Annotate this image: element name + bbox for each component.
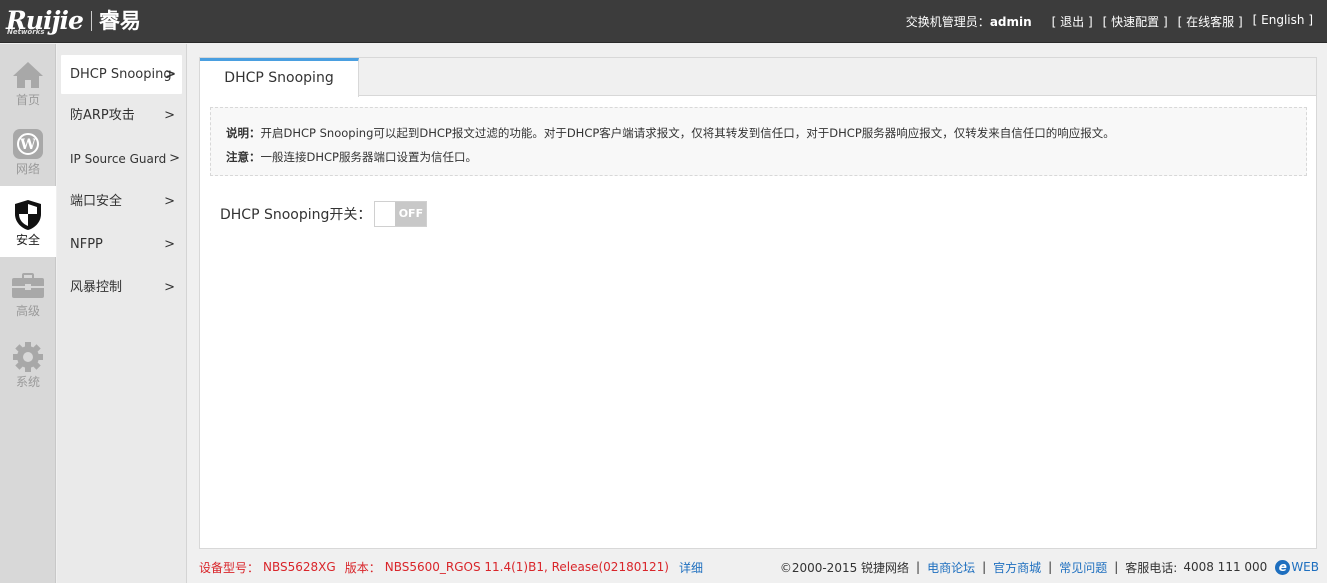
- detail-link[interactable]: 详细: [679, 559, 703, 576]
- top-nav: 交换机管理员：admin [ 退出 ] [ 快速配置 ] [ 在线客服 ] [ …: [906, 13, 1313, 30]
- nav-network-label: 网络: [15, 162, 40, 176]
- shield-icon: [11, 200, 45, 230]
- logo-cn: 睿易: [98, 9, 141, 33]
- submenu-item-label: 风暴控制: [70, 279, 123, 295]
- eweb-logo: e WEB: [1275, 559, 1319, 575]
- security-submenu: DHCP Snooping > 防ARP攻击 > IP Source Guard…: [57, 44, 187, 583]
- dhcp-snooping-toggle[interactable]: OFF: [374, 201, 428, 227]
- submenu-item-label: DHCP Snooping: [70, 66, 172, 82]
- online-support-link[interactable]: [ 在线客服 ]: [1178, 13, 1243, 30]
- nav-system[interactable]: 系统: [0, 328, 56, 399]
- english-link[interactable]: [ English ]: [1253, 13, 1313, 30]
- network-icon: W: [11, 129, 45, 159]
- footer-right: ©2000-2015 锐捷网络 | 电商论坛 | 官方商城 | 常见问题 | 客…: [780, 556, 1319, 578]
- version-label: 版本：: [344, 560, 381, 575]
- notice-note: 注意：一般连接DHCP服务器端口设置为信任口。: [226, 145, 1306, 169]
- divider: |: [1048, 560, 1053, 574]
- tab-dhcp-snooping[interactable]: DHCP Snooping: [200, 58, 359, 97]
- notice-note-text: 一般连接DHCP服务器端口设置为信任口。: [260, 150, 477, 164]
- notice-box: 说明：开启DHCP Snooping可以起到DHCP报文过滤的功能。对于DHCP…: [210, 107, 1307, 176]
- submenu-item-dhcp-snooping[interactable]: DHCP Snooping >: [61, 55, 182, 94]
- device-model-label: 设备型号：: [199, 560, 260, 575]
- submenu-item-port-security[interactable]: 端口安全 >: [57, 180, 186, 223]
- nav-home-label: 首页: [15, 93, 40, 107]
- chevron-right-icon: >: [164, 194, 175, 209]
- eweb-e-icon: e: [1275, 559, 1291, 575]
- main-nav-bar: 首页 W 网络 安全 高级 系统: [0, 44, 56, 583]
- version-value: NBS5600_RGOS 11.4(1)B1, Release(02180121…: [384, 560, 669, 574]
- chevron-right-icon: >: [164, 280, 175, 295]
- device-model: NBS5628XG: [263, 560, 336, 574]
- nav-advanced[interactable]: 高级: [0, 257, 56, 328]
- faq-link[interactable]: 常见问题: [1059, 559, 1107, 576]
- submenu-item-label: 端口安全: [70, 193, 123, 209]
- ruijie-logo: Ruijie Networks 睿易: [6, 4, 141, 38]
- submenu-item-nfpp[interactable]: NFPP >: [57, 223, 186, 266]
- nav-network[interactable]: W 网络: [0, 115, 56, 186]
- nav-system-label: 系统: [15, 375, 40, 389]
- notice-desc: 说明：开启DHCP Snooping可以起到DHCP报文过滤的功能。对于DHCP…: [226, 121, 1306, 145]
- top-header: Ruijie Networks 睿易 交换机管理员：admin [ 退出 ] […: [0, 0, 1327, 43]
- user-label: 交换机管理员：: [905, 15, 990, 29]
- submenu-item-label: 防ARP攻击: [70, 107, 135, 123]
- divider: |: [982, 560, 987, 574]
- dhcp-snooping-switch-row: DHCP Snooping开关： OFF: [220, 201, 428, 227]
- nav-security[interactable]: 安全: [0, 186, 56, 257]
- submenu-item-label: IP Source Guard: [70, 151, 167, 166]
- home-icon: [11, 60, 45, 90]
- tab-bar: DHCP Snooping: [200, 58, 1316, 97]
- hotline-number: 4008 111 000: [1183, 560, 1268, 574]
- submenu-item-anti-arp[interactable]: 防ARP攻击 >: [57, 94, 186, 137]
- nav-security-label: 安全: [15, 233, 40, 247]
- user-name: admin: [989, 15, 1032, 29]
- chevron-right-icon: >: [165, 67, 176, 82]
- dhcp-snooping-switch-label: DHCP Snooping开关：: [220, 207, 372, 223]
- divider: |: [1114, 560, 1119, 574]
- copyright: ©2000-2015 锐捷网络: [779, 560, 910, 575]
- gear-icon: [11, 342, 45, 372]
- quick-config-link[interactable]: [ 快速配置 ]: [1103, 13, 1168, 30]
- logo-separator: [90, 11, 92, 31]
- logout-link[interactable]: [ 退出 ]: [1052, 13, 1093, 30]
- content-panel: DHCP Snooping 说明：开启DHCP Snooping可以起到DHCP…: [199, 57, 1317, 549]
- chevron-right-icon: >: [164, 108, 175, 123]
- forum-link[interactable]: 电商论坛: [927, 559, 975, 576]
- submenu-item-ip-source-guard[interactable]: IP Source Guard >: [57, 137, 186, 180]
- hotline-label: 客服电话:: [1125, 560, 1178, 575]
- divider: |: [916, 560, 921, 574]
- notice-note-label: 注意：: [226, 150, 261, 164]
- store-link[interactable]: 官方商城: [993, 559, 1041, 576]
- submenu-item-label: NFPP: [70, 236, 103, 252]
- eweb-text: WEB: [1291, 560, 1319, 574]
- chevron-right-icon: >: [169, 151, 180, 166]
- nav-advanced-label: 高级: [15, 304, 40, 318]
- user-info: 交换机管理员：admin: [906, 13, 1032, 30]
- notice-desc-text: 开启DHCP Snooping可以起到DHCP报文过滤的功能。对于DHCP客户端…: [260, 126, 1115, 140]
- submenu-item-storm-control[interactable]: 风暴控制 >: [57, 266, 186, 309]
- toolbox-icon: [11, 271, 45, 301]
- notice-desc-label: 说明：: [226, 126, 261, 140]
- toggle-state: OFF: [395, 202, 427, 226]
- nav-home[interactable]: 首页: [0, 44, 56, 115]
- footer: 设备型号： NBS5628XG 版本： NBS5600_RGOS 11.4(1)…: [199, 556, 1319, 578]
- chevron-right-icon: >: [164, 237, 175, 252]
- logo-sub: Networks: [7, 28, 45, 36]
- toggle-knob: [375, 202, 397, 226]
- svg-text:W: W: [19, 137, 36, 153]
